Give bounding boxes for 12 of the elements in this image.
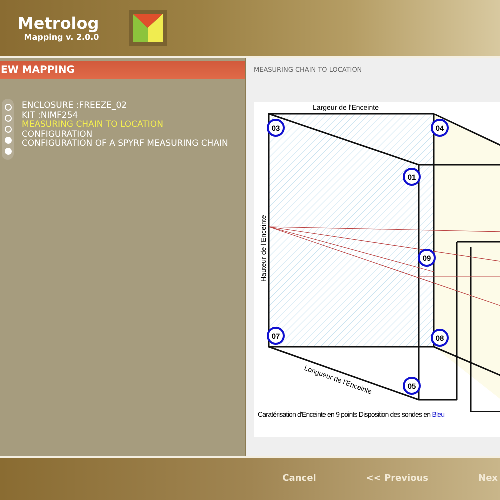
step-item[interactable]: CONFIGURATION OF A SPYRF MEASURING CHAIN [22,140,228,150]
nav-button[interactable]: << Previous [364,472,431,486]
step-item[interactable]: CONFIGURATION [22,130,228,140]
app-title: Metrolog [18,14,100,33]
panel-title: EW MAPPING [0,61,245,79]
app-version: Mapping v. 2.0.0 [24,33,100,42]
step-item[interactable]: KIT :NIMF254 [22,112,228,121]
step-item[interactable]: ENCLOSURE :FREEZE_02 [22,102,228,112]
logo-icon [129,10,168,46]
step-item[interactable]: MEASURING CHAIN TO LOCATION [22,121,228,130]
nav-button[interactable]: Nex [476,472,500,486]
nav-button[interactable]: Cancel [280,472,318,486]
